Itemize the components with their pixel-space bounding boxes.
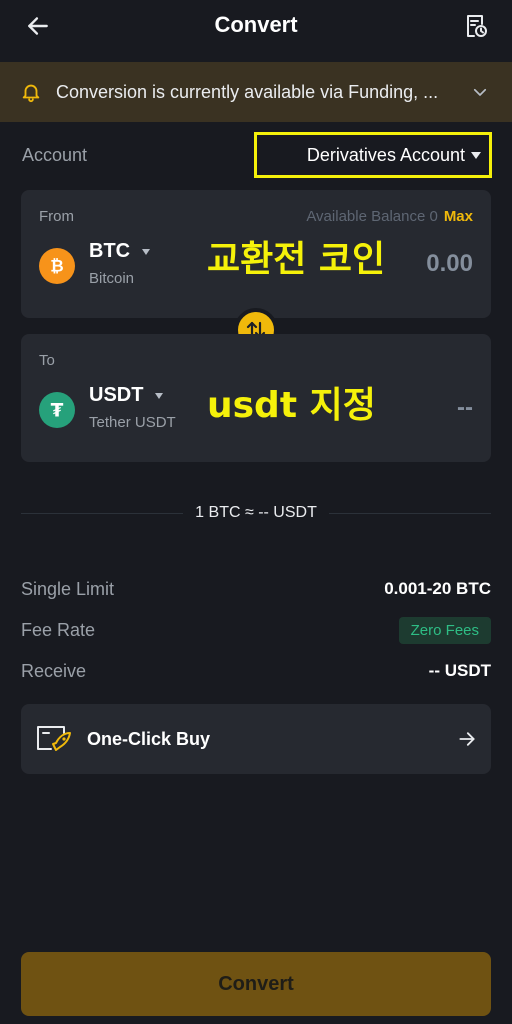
notice-expand-button[interactable] — [468, 80, 492, 104]
back-button[interactable] — [22, 10, 54, 42]
to-annotation: usdt 지정 — [207, 385, 376, 426]
svg-text:₿: ₿ — [50, 257, 63, 276]
divider — [21, 512, 184, 514]
notice-banner[interactable]: Conversion is currently available via Fu… — [0, 62, 512, 122]
caret-down-icon — [155, 392, 164, 399]
receive-label: Receive — [21, 660, 87, 681]
arrow-left-icon — [28, 17, 48, 35]
to-card[interactable]: To ₮ USDT Tether USDT -- usdt 지정 — [21, 334, 491, 462]
single-limit-value: 0.001-20 BTC — [384, 579, 491, 598]
to-coin-selector[interactable]: USDT — [89, 384, 164, 407]
account-row: Account Derivatives Account — [22, 130, 492, 180]
max-button[interactable]: Max — [444, 208, 473, 225]
header: Convert — [0, 0, 512, 58]
from-card[interactable]: From Available Balance 0 Max ₿ BTC Bitcoi… — [21, 190, 491, 318]
from-coin-name: Bitcoin — [89, 270, 135, 287]
fee-rate-row: Fee Rate Zero Fees — [21, 615, 491, 645]
chevron-down-icon — [473, 88, 487, 96]
rate-text: 1 BTC ≈ -- USDT — [195, 504, 317, 521]
receive-row: Receive -- USDT — [21, 656, 491, 686]
divider — [328, 512, 492, 514]
to-coin-symbol: USDT — [89, 384, 144, 406]
from-coin-selector[interactable]: BTC — [89, 240, 151, 263]
single-limit-row: Single Limit 0.001-20 BTC — [21, 574, 491, 604]
to-label: To — [39, 352, 55, 369]
account-selector[interactable]: Derivatives Account — [254, 132, 492, 178]
one-click-buy-label: One-Click Buy — [87, 728, 211, 749]
available-balance: Available Balance 0 Max — [306, 208, 473, 225]
tether-icon: ₮ — [39, 392, 75, 428]
page-title: Convert — [214, 12, 298, 37]
balance-text: Available Balance 0 — [306, 208, 438, 225]
rocket-card-icon — [37, 726, 71, 751]
account-selected-value: Derivatives Account — [306, 144, 465, 165]
account-label: Account — [22, 144, 88, 165]
to-coin-name: Tether USDT — [89, 414, 176, 431]
arrow-right-icon — [459, 732, 475, 746]
from-annotation: 교환전 코인 — [207, 239, 386, 280]
from-amount-input[interactable]: 0.00 — [426, 250, 473, 278]
history-button[interactable] — [460, 10, 492, 42]
from-coin-symbol: BTC — [89, 240, 131, 262]
bell-icon — [22, 84, 40, 103]
caret-down-icon — [471, 151, 481, 159]
receive-value: -- USDT — [428, 661, 491, 680]
notice-text: Conversion is currently available via Fu… — [56, 81, 439, 102]
from-label: From — [39, 208, 74, 225]
order-history-icon — [467, 15, 487, 37]
one-click-buy-button[interactable]: One-Click Buy — [21, 704, 491, 774]
caret-down-icon — [142, 248, 151, 255]
fee-rate-label: Fee Rate — [21, 619, 96, 640]
exchange-rate: 1 BTC ≈ -- USDT — [21, 498, 492, 528]
bitcoin-icon: ₿ — [39, 248, 75, 284]
convert-button[interactable]: Convert — [21, 952, 491, 1016]
svg-text:₮: ₮ — [51, 400, 64, 421]
single-limit-label: Single Limit — [21, 578, 115, 599]
to-amount: -- — [457, 394, 473, 421]
fee-rate-badge: Zero Fees — [398, 616, 491, 644]
